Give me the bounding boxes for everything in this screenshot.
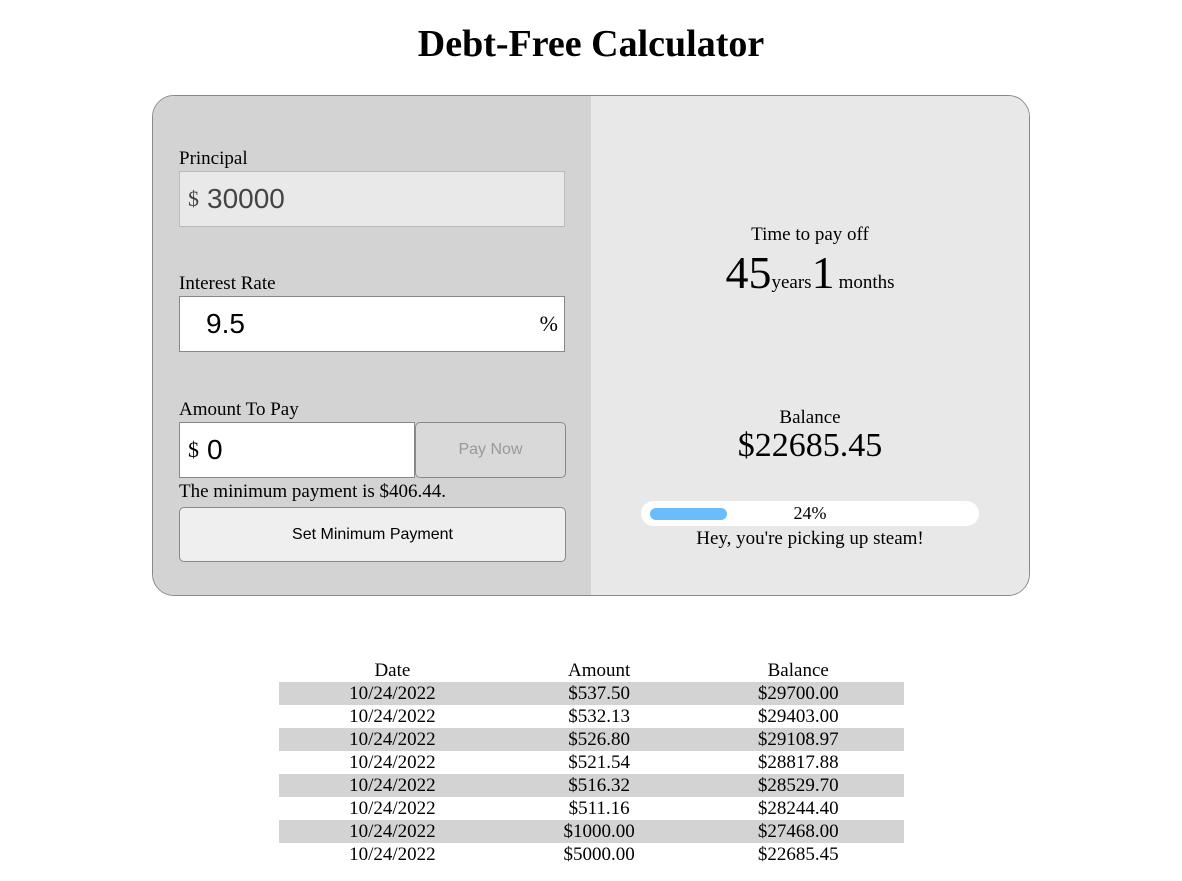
table-cell: $22685.45: [757, 844, 839, 865]
progress-bar: 24%: [641, 501, 979, 526]
table-cell: $28244.40: [757, 798, 839, 819]
table-row: 10/24/2022 $526.80 $29108.97: [279, 728, 904, 751]
principal-value: 30000: [207, 183, 285, 214]
table-cell: 10/24/2022: [349, 706, 436, 727]
table-cell: $29403.00: [757, 706, 839, 727]
calculator-card: Principal $ 30000 Interest Rate 9.5 % Am…: [152, 95, 1030, 596]
principal-input[interactable]: $ 30000: [179, 171, 565, 227]
input-panel: Principal $ 30000 Interest Rate 9.5 % Am…: [153, 96, 591, 595]
table-cell: $27468.00: [692, 820, 904, 843]
months-unit: months: [838, 272, 895, 293]
table-cell: 10/24/2022: [279, 774, 506, 797]
table-cell: $29108.97: [692, 728, 904, 751]
table-cell: $526.80: [505, 728, 693, 751]
years-value: 45: [725, 247, 772, 298]
column-header: Balance: [767, 660, 829, 681]
table-cell: $532.13: [568, 706, 630, 727]
table-cell: 10/24/2022: [349, 844, 436, 865]
table-cell: $537.50: [505, 682, 693, 705]
table-row: 10/24/2022 $516.32 $28529.70: [279, 774, 904, 797]
minimum-payment-text: The minimum payment is $406.44.: [179, 481, 447, 502]
table-row: 10/24/2022 $521.54 $28817.88: [279, 751, 904, 774]
amount-value: 0: [207, 434, 223, 465]
currency-symbol: $: [188, 437, 199, 462]
interest-rate-label: Interest Rate: [179, 273, 276, 294]
currency-symbol: $: [188, 186, 199, 211]
time-to-pay-off: 45years1 months: [591, 246, 1029, 299]
interest-rate-input[interactable]: 9.5 %: [179, 296, 565, 352]
table-row: 10/24/2022 $5000.00 $22685.45: [279, 843, 904, 866]
table-cell: $511.16: [568, 798, 630, 819]
table-row: 10/24/2022 $537.50 $29700.00: [279, 682, 904, 705]
page-title: Debt-Free Calculator: [417, 23, 765, 65]
table-cell: 10/24/2022: [279, 682, 506, 705]
table-cell: $521.54: [568, 752, 630, 773]
months-value: 1: [811, 247, 835, 298]
table-cell: 10/24/2022: [279, 728, 506, 751]
balance-label: Balance: [779, 407, 841, 428]
balance-value: $22685.45: [737, 427, 883, 464]
table-cell: $516.32: [505, 774, 693, 797]
column-header: Amount: [567, 660, 631, 681]
percent-symbol: %: [539, 311, 558, 336]
set-minimum-payment-button[interactable]: Set Minimum Payment: [179, 507, 566, 562]
table-row: 10/24/2022 $1000.00 $27468.00: [279, 820, 904, 843]
progress-label: 24%: [793, 503, 827, 523]
table-row: 10/24/2022 $532.13 $29403.00: [279, 705, 904, 728]
table-row: 10/24/2022 $511.16 $28244.40: [279, 797, 904, 820]
table-cell: $29700.00: [692, 682, 904, 705]
pay-now-button[interactable]: Pay Now: [415, 422, 566, 478]
table-cell: $5000.00: [563, 844, 635, 865]
amount-input[interactable]: $ 0: [179, 422, 415, 478]
column-header: Date: [374, 660, 411, 681]
progress-message: Hey, you're picking up steam!: [696, 528, 924, 549]
table-cell: $1000.00: [505, 820, 693, 843]
time-label: Time to pay off: [751, 224, 869, 245]
interest-rate-value: 9.5: [206, 308, 245, 339]
table-cell: 10/24/2022: [349, 798, 436, 819]
table-cell: 10/24/2022: [349, 752, 436, 773]
payment-history-table: Date Amount Balance 10/24/2022 $537.50 $2970…: [279, 660, 904, 866]
amount-label: Amount To Pay: [179, 399, 299, 420]
results-panel: Time to pay off 45years1 months Balance …: [591, 96, 1029, 595]
table-cell: $28817.88: [757, 752, 839, 773]
table-cell: $28529.70: [692, 774, 904, 797]
principal-label: Principal: [179, 148, 248, 169]
years-unit: years: [771, 272, 812, 293]
table-cell: 10/24/2022: [279, 820, 506, 843]
